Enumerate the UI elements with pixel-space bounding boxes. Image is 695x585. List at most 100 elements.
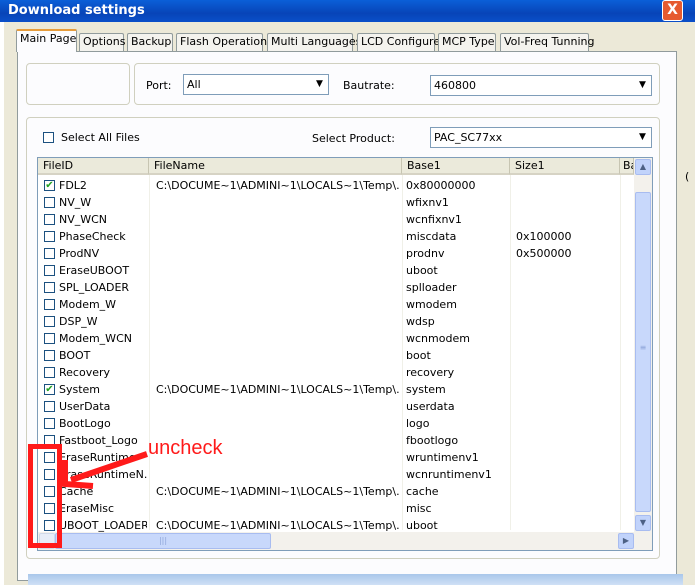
- cell-filename: [156, 330, 400, 347]
- cell-filename: C:\DOCUME~1\ADMINI~1\LOCALS~1\Temp\...: [156, 485, 400, 498]
- tab-main-page[interactable]: Main Page: [16, 29, 77, 52]
- cell-filename: [156, 364, 400, 381]
- chevron-down-icon: ▼: [635, 129, 650, 146]
- cell-size1: [516, 313, 618, 330]
- port-select[interactable]: All ▼: [183, 74, 329, 95]
- cell-base1: fbootlogo: [406, 434, 459, 447]
- select-all-label: Select All Files: [61, 131, 140, 144]
- baudrate-value: 460800: [434, 79, 476, 92]
- arrow-right-icon[interactable]: ▶: [618, 533, 634, 549]
- table-row[interactable]: ✔ FDL2 C:\DOCUME~1\ADMINI~1\LOCALS~1\Temp\…: [38, 177, 636, 194]
- horizontal-scroll-thumb[interactable]: |||: [55, 533, 271, 549]
- cell-fileid: EraseMisc: [59, 502, 115, 515]
- row-checkbox[interactable]: [44, 214, 55, 225]
- row-checkbox[interactable]: [44, 333, 55, 344]
- table-row[interactable]: EraseUBOOT uboot: [38, 262, 636, 279]
- table-row[interactable]: BootLogo logo: [38, 415, 636, 432]
- column-header-base2[interactable]: Ba: [620, 158, 634, 175]
- row-checkbox[interactable]: [44, 350, 55, 361]
- tab-mcp-type[interactable]: MCP Type: [438, 33, 496, 51]
- table-row[interactable]: NV_WCN wcnfixnv1: [38, 211, 636, 228]
- tab-options[interactable]: Options: [79, 33, 125, 51]
- cell-size1: [516, 211, 618, 228]
- row-checkbox[interactable]: [44, 418, 55, 429]
- cell-size1: [516, 177, 618, 194]
- column-header-base1[interactable]: Base1: [402, 158, 510, 175]
- tab-backup[interactable]: Backup: [127, 33, 173, 51]
- cell-filename: C:\DOCUME~1\ADMINI~1\LOCALS~1\Temp\...: [156, 179, 400, 192]
- table-row[interactable]: BOOT boot: [38, 347, 636, 364]
- port-value: All: [187, 78, 201, 91]
- arrow-up-icon[interactable]: ▲: [635, 159, 651, 175]
- table-row[interactable]: NV_W wfixnv1: [38, 194, 636, 211]
- vertical-scroll-thumb[interactable]: ≡: [635, 192, 651, 512]
- row-checkbox[interactable]: [44, 248, 55, 259]
- cell-filename: [156, 313, 400, 330]
- column-header-filename[interactable]: FileName: [149, 158, 402, 175]
- status-band: [28, 574, 683, 585]
- cell-fileid: BootLogo: [59, 417, 111, 430]
- row-checkbox[interactable]: [44, 231, 55, 242]
- table-row[interactable]: PhaseCheck miscdata 0x100000: [38, 228, 636, 245]
- close-button[interactable]: X: [662, 0, 683, 21]
- cell-filename: [156, 245, 400, 262]
- cell-base1: wcnfixnv1: [406, 213, 462, 226]
- row-checkbox[interactable]: [44, 282, 55, 293]
- table-row[interactable]: Modem_WCN wcnmodem: [38, 330, 636, 347]
- table-row[interactable]: SPL_LOADER splloader: [38, 279, 636, 296]
- product-select[interactable]: PAC_SC77xx ▼: [430, 127, 652, 148]
- cell-filename: [156, 347, 400, 364]
- column-header-fileid[interactable]: FileID: [38, 158, 149, 175]
- select-all-checkbox[interactable]: [43, 132, 54, 143]
- table-row[interactable]: DSP_W wdsp: [38, 313, 636, 330]
- chevron-down-icon: ▼: [312, 76, 327, 93]
- tab-vol-freq-tunning[interactable]: Vol-Freq Tunning: [500, 33, 594, 51]
- cell-filename: [156, 228, 400, 245]
- table-row[interactable]: Modem_W wmodem: [38, 296, 636, 313]
- cell-filename: [156, 194, 400, 211]
- product-label: Select Product:: [312, 132, 395, 145]
- cell-fileid: ProdNV: [59, 247, 100, 260]
- baudrate-select[interactable]: 460800 ▼: [430, 75, 652, 96]
- cell-base1: boot: [406, 349, 431, 362]
- arrow-down-icon[interactable]: ▼: [635, 515, 651, 531]
- cell-base1: wruntimenv1: [406, 451, 479, 464]
- cell-base1: recovery: [406, 366, 455, 379]
- tab-lcd-configure[interactable]: LCD Configure: [357, 33, 440, 51]
- horizontal-scrollbar[interactable]: ||| ▶: [38, 532, 652, 550]
- tab-flash-operations[interactable]: Flash Operations: [176, 33, 273, 51]
- cell-filename: [156, 211, 400, 228]
- cell-size1: 0x500000: [516, 247, 572, 260]
- cell-base1: cache: [406, 485, 439, 498]
- table-row[interactable]: EraseMisc misc: [38, 500, 636, 517]
- cell-base1: wdsp: [406, 315, 435, 328]
- vertical-scrollbar[interactable]: ▲ ≡ ▼: [634, 158, 652, 532]
- cell-fileid: Recovery: [59, 366, 111, 379]
- table-row[interactable]: ✔ System C:\DOCUME~1\ADMINI~1\LOCALS~1\Tem…: [38, 381, 636, 398]
- cell-base1: splloader: [406, 281, 457, 294]
- column-header-size1[interactable]: Size1: [510, 158, 620, 175]
- checkmark-icon: ✔: [45, 384, 54, 395]
- row-checkbox[interactable]: [44, 265, 55, 276]
- row-checkbox[interactable]: [44, 316, 55, 327]
- cell-base1: logo: [406, 417, 430, 430]
- cell-fileid: FDL2: [59, 179, 87, 192]
- row-checkbox[interactable]: ✔: [44, 180, 55, 191]
- cell-base1: userdata: [406, 400, 455, 413]
- table-row[interactable]: Recovery recovery: [38, 364, 636, 381]
- cell-filename: [156, 466, 400, 483]
- table-row[interactable]: UserData userdata: [38, 398, 636, 415]
- table-row[interactable]: ProdNV prodnv 0x500000: [38, 245, 636, 262]
- row-checkbox[interactable]: [44, 197, 55, 208]
- cell-size1: [516, 330, 618, 347]
- row-checkbox[interactable]: [44, 401, 55, 412]
- cell-size1: 0x100000: [516, 230, 572, 243]
- row-checkbox[interactable]: [44, 367, 55, 378]
- cell-size1: [516, 432, 618, 449]
- title-bar: Download settings: [0, 0, 695, 22]
- row-checkbox[interactable]: [44, 299, 55, 310]
- row-checkbox[interactable]: ✔: [44, 384, 55, 395]
- tab-multi-languages[interactable]: Multi Languages: [267, 33, 361, 51]
- empty-group-box: [26, 63, 130, 105]
- cell-filename: C:\DOCUME~1\ADMINI~1\LOCALS~1\Temp\...: [156, 383, 400, 396]
